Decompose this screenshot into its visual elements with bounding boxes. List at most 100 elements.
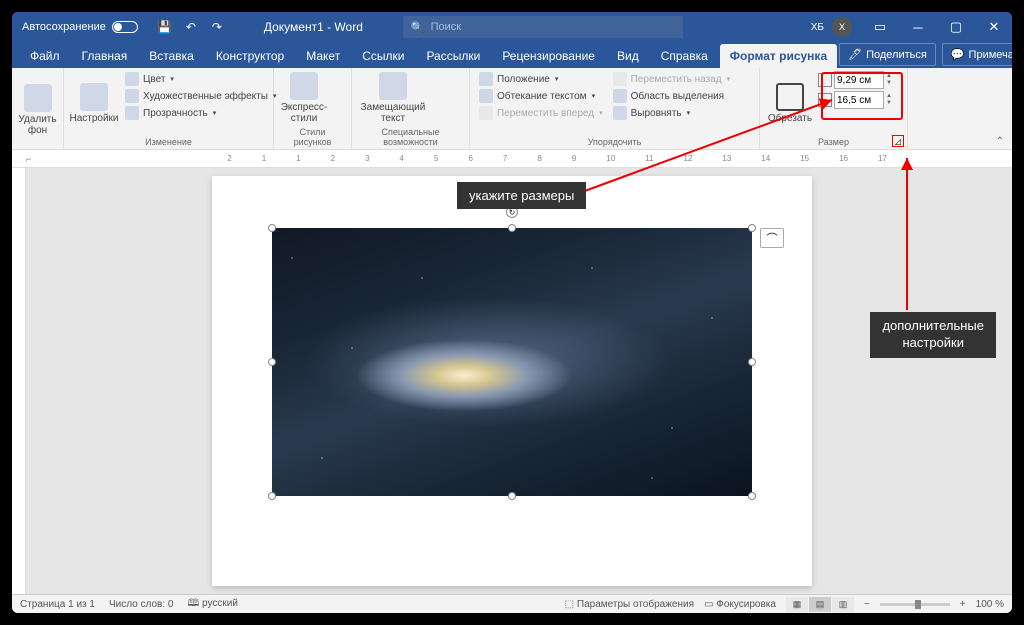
zoom-in-button[interactable]: + [960, 599, 966, 610]
user-initials: ХБ [811, 22, 824, 33]
resize-handle-bm[interactable] [508, 492, 516, 500]
align-icon [613, 106, 627, 120]
resize-handle-ml[interactable] [268, 358, 276, 366]
accessibility-group-label: Специальные возможности [358, 125, 463, 148]
width-field[interactable] [834, 91, 884, 109]
width-input-row: ▲▼ [818, 91, 892, 109]
send-forward-button: Переместить вперед▾ [476, 105, 606, 121]
focus-mode[interactable]: ▭ Фокусировка [704, 599, 776, 610]
width-down[interactable]: ▼ [886, 100, 892, 107]
resize-handle-mr[interactable] [748, 358, 756, 366]
ribbon-options-icon[interactable]: ▭ [862, 12, 898, 42]
tab-references[interactable]: Ссылки [352, 44, 414, 68]
minimize-button[interactable]: ─ [900, 12, 936, 42]
page-indicator[interactable]: Страница 1 из 1 [20, 599, 95, 610]
wrap-text-button[interactable]: Обтекание текстом▾ [476, 88, 606, 104]
selection-pane-button[interactable]: Область выделения [610, 88, 734, 104]
resize-handle-br[interactable] [748, 492, 756, 500]
annotation-specify-sizes: укажите размеры [457, 182, 586, 209]
ribbon-tabs: Файл Главная Вставка Конструктор Макет С… [12, 42, 1012, 68]
remove-bg-icon [24, 84, 52, 112]
forward-icon [479, 106, 493, 120]
print-layout-button[interactable]: ▤ [809, 597, 831, 612]
position-button[interactable]: Положение▾ [476, 71, 606, 87]
crop-icon [776, 83, 804, 111]
artistic-effects-button[interactable]: Художественные эффекты▾ [122, 88, 279, 104]
search-icon: 🔍 [411, 21, 425, 34]
tab-mailings[interactable]: Рассылки [416, 44, 490, 68]
share-button[interactable]: 🖊Поделиться [839, 43, 936, 66]
view-mode-buttons: ▦ ▤ ▥ [786, 597, 854, 612]
tab-file[interactable]: Файл [20, 44, 70, 68]
galaxy-image [272, 228, 752, 496]
vertical-ruler[interactable] [12, 168, 26, 594]
search-input[interactable]: 🔍 Поиск [403, 16, 683, 38]
quick-styles-button[interactable]: Экспресс- стили [280, 71, 328, 125]
save-icon[interactable]: 💾 [158, 20, 172, 34]
read-mode-button[interactable]: ▦ [786, 597, 808, 612]
color-icon [125, 72, 139, 86]
undo-icon[interactable]: ↶ [184, 20, 198, 34]
document-page[interactable]: ↻ ⌒ [212, 176, 812, 586]
resize-handle-tl[interactable] [268, 224, 276, 232]
web-layout-button[interactable]: ▥ [832, 597, 854, 612]
autosave-label: Автосохранение [22, 21, 106, 33]
transparency-icon [125, 106, 139, 120]
width-icon [818, 93, 832, 107]
word-count[interactable]: Число слов: 0 [109, 599, 173, 610]
tab-picture-format[interactable]: Формат рисунка [720, 44, 837, 68]
wrap-icon [479, 89, 493, 103]
zoom-slider[interactable] [880, 603, 950, 606]
selected-image[interactable]: ↻ ⌒ [272, 228, 752, 496]
size-dialog-launcher[interactable]: ◿ [892, 135, 904, 147]
tab-review[interactable]: Рецензирование [492, 44, 605, 68]
size-group-label: Размер [766, 135, 901, 148]
zoom-out-button[interactable]: − [864, 599, 870, 610]
remove-background-button[interactable]: Удалить фон [18, 71, 57, 148]
corrections-button[interactable]: Настройки [70, 71, 118, 135]
transparency-button[interactable]: Прозрачность▾ [122, 105, 279, 121]
document-title: Документ1 - Word [264, 20, 363, 34]
maximize-button[interactable]: ▢ [938, 12, 974, 42]
user-avatar[interactable]: X [832, 17, 852, 37]
zoom-level[interactable]: 100 % [976, 599, 1004, 610]
corrections-icon [80, 83, 108, 111]
crop-button[interactable]: Обрезать [766, 71, 814, 135]
layout-options-button[interactable]: ⌒ [760, 228, 784, 248]
selection-icon [613, 89, 627, 103]
comments-button[interactable]: 💬Примечания [942, 43, 1012, 66]
height-field[interactable] [834, 71, 884, 89]
display-settings[interactable]: ⬚ Параметры отображения [565, 599, 694, 610]
tab-design[interactable]: Конструктор [206, 44, 294, 68]
resize-handle-tm[interactable] [508, 224, 516, 232]
tab-insert[interactable]: Вставка [139, 44, 204, 68]
quick-access-toolbar: 💾 ↶ ↷ [148, 20, 234, 34]
resize-handle-bl[interactable] [268, 492, 276, 500]
toggle-switch[interactable] [112, 21, 138, 33]
tab-layout[interactable]: Макет [296, 44, 350, 68]
tab-home[interactable]: Главная [72, 44, 138, 68]
redo-icon[interactable]: ↷ [210, 20, 224, 34]
close-button[interactable]: ✕ [976, 12, 1012, 42]
language-indicator[interactable]: 🕮 русский [187, 596, 237, 613]
resize-handle-tr[interactable] [748, 224, 756, 232]
height-down[interactable]: ▼ [886, 80, 892, 87]
autosave-toggle[interactable]: Автосохранение [12, 21, 148, 33]
search-placeholder: Поиск [431, 21, 461, 33]
horizontal-ruler[interactable]: ⌐ 211234567891011121314151617 [12, 150, 1012, 168]
styles-group-label: Стили рисунков [280, 125, 345, 148]
alt-text-button[interactable]: Замещающий текст [358, 71, 428, 125]
align-button[interactable]: Выровнять▾ [610, 105, 734, 121]
document-area: ↻ ⌒ [12, 168, 1012, 594]
ribbon: Удалить фон Настройки Цвет▾ Художественн… [12, 68, 1012, 150]
adjust-group-label: Изменение [70, 135, 267, 148]
width-up[interactable]: ▲ [886, 93, 892, 100]
alt-text-icon [379, 72, 407, 100]
tab-help[interactable]: Справка [651, 44, 718, 68]
height-up[interactable]: ▲ [886, 73, 892, 80]
height-icon [818, 73, 832, 87]
effects-icon [125, 89, 139, 103]
collapse-ribbon-icon[interactable]: ⌃ [996, 136, 1004, 147]
tab-view[interactable]: Вид [607, 44, 649, 68]
color-button[interactable]: Цвет▾ [122, 71, 279, 87]
